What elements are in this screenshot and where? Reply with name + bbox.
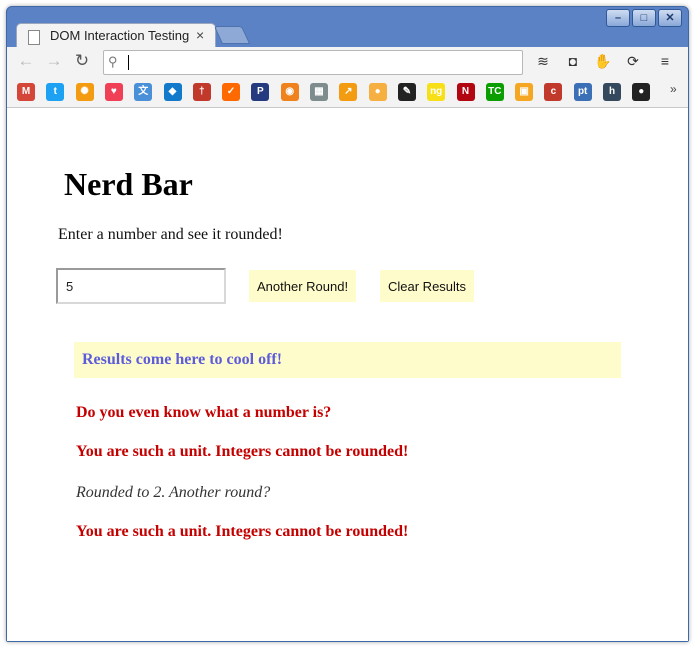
minimize-button[interactable]: – [606,9,630,27]
bookmark-hacker-icon[interactable]: h [603,83,621,101]
instructions-text: Enter a number and see it rounded! [58,226,283,243]
another-round-button[interactable]: Another Round! [249,270,357,302]
back-arrow-icon[interactable]: ← [15,50,37,72]
page-title: Nerd Bar [64,166,193,202]
number-input[interactable] [56,268,226,304]
results-header-text: Results come here to cool off! [82,351,283,368]
bookmark-checkmark-icon[interactable]: ✓ [222,83,241,101]
bookmark-red-c-icon[interactable]: c [544,83,563,101]
bookmark-github-icon[interactable]: ● [632,83,651,101]
browser-toolbar: ← → ↻ ⚲ ≋ ◘ ✋ ⟳ ≡ [7,47,688,77]
bookmark-box-icon[interactable]: ▣ [515,83,534,101]
maximize-button[interactable]: □ [632,9,656,27]
bookmark-coin-icon[interactable]: ● [368,83,387,101]
bookmarks-overflow-icon[interactable]: » [670,82,677,96]
bookmark-chart-icon[interactable]: ↗ [339,83,358,101]
close-window-button[interactable]: ✕ [658,9,682,27]
forward-arrow-icon[interactable]: → [43,50,65,72]
reload-icon[interactable]: ↻ [71,50,93,72]
bookmark-netflix-icon[interactable]: N [456,83,475,101]
result-item: Do you even know what a number is? [76,404,332,421]
clear-results-button[interactable]: Clear Results [380,270,475,302]
buffer-icon[interactable]: ≋ [533,51,553,71]
bookmark-ng-icon[interactable]: ng [427,83,446,101]
text-caret [128,55,129,70]
new-tab-button[interactable] [213,26,251,44]
result-item: You are such a unit. Integers cannot be … [76,523,409,540]
bookmark-pocket-icon[interactable]: ♥ [104,83,123,101]
bookmark-chase-icon[interactable]: ◆ [163,83,182,101]
page-content: Nerd Bar Enter a number and see it round… [7,108,688,641]
menu-icon[interactable]: ≡ [655,51,675,71]
bookmark-orange-badge-icon[interactable]: ✺ [75,83,94,101]
bookmark-paypal-icon[interactable]: P [251,83,270,101]
bookmark-translate-icon[interactable]: 文 [134,83,153,101]
adblock-icon[interactable]: ✋ [593,51,613,71]
bookmark-squirrel-icon[interactable]: ✎ [397,83,416,101]
tab-close-icon[interactable]: × [196,27,204,43]
bookmarks-bar: » Mt ✺ ♥ 文 ◆ † ✓ P ◉ ▦ ↗ ● ✎ ng N TC ▣ c pt h ● [7,77,688,108]
bookmark-orange-square-icon[interactable]: ◉ [280,83,299,101]
bookmark-pivotal-icon[interactable]: pt [573,83,592,101]
tab-title: DOM Interaction Testing [50,28,190,43]
bookmark-red-circle-icon[interactable]: † [192,83,211,101]
tab-dom-interaction-testing[interactable]: DOM Interaction Testing × [16,23,216,50]
bookmark-gmail-icon[interactable]: M [17,83,35,101]
window-controls: – □ ✕ [606,9,682,27]
result-item: You are such a unit. Integers cannot be … [76,443,409,460]
results-header: Results come here to cool off! [74,342,621,378]
browser-window: DOM Interaction Testing × – □ ✕ ← → ↻ ⚲ … [6,6,689,642]
bookmark-twitter-icon[interactable]: t [46,83,65,101]
result-item: Rounded to 2. Another round? [76,484,271,501]
pocket-icon[interactable]: ◘ [563,51,583,71]
title-bar: DOM Interaction Testing × – □ ✕ [7,7,688,50]
bookmark-calendar-icon[interactable]: ▦ [310,83,328,101]
sync-icon[interactable]: ⟳ [623,51,643,71]
bookmark-techcrunch-icon[interactable]: TC [485,83,504,101]
page-icon [28,30,40,45]
address-bar[interactable]: ⚲ [103,50,523,75]
search-icon: ⚲ [108,54,118,69]
